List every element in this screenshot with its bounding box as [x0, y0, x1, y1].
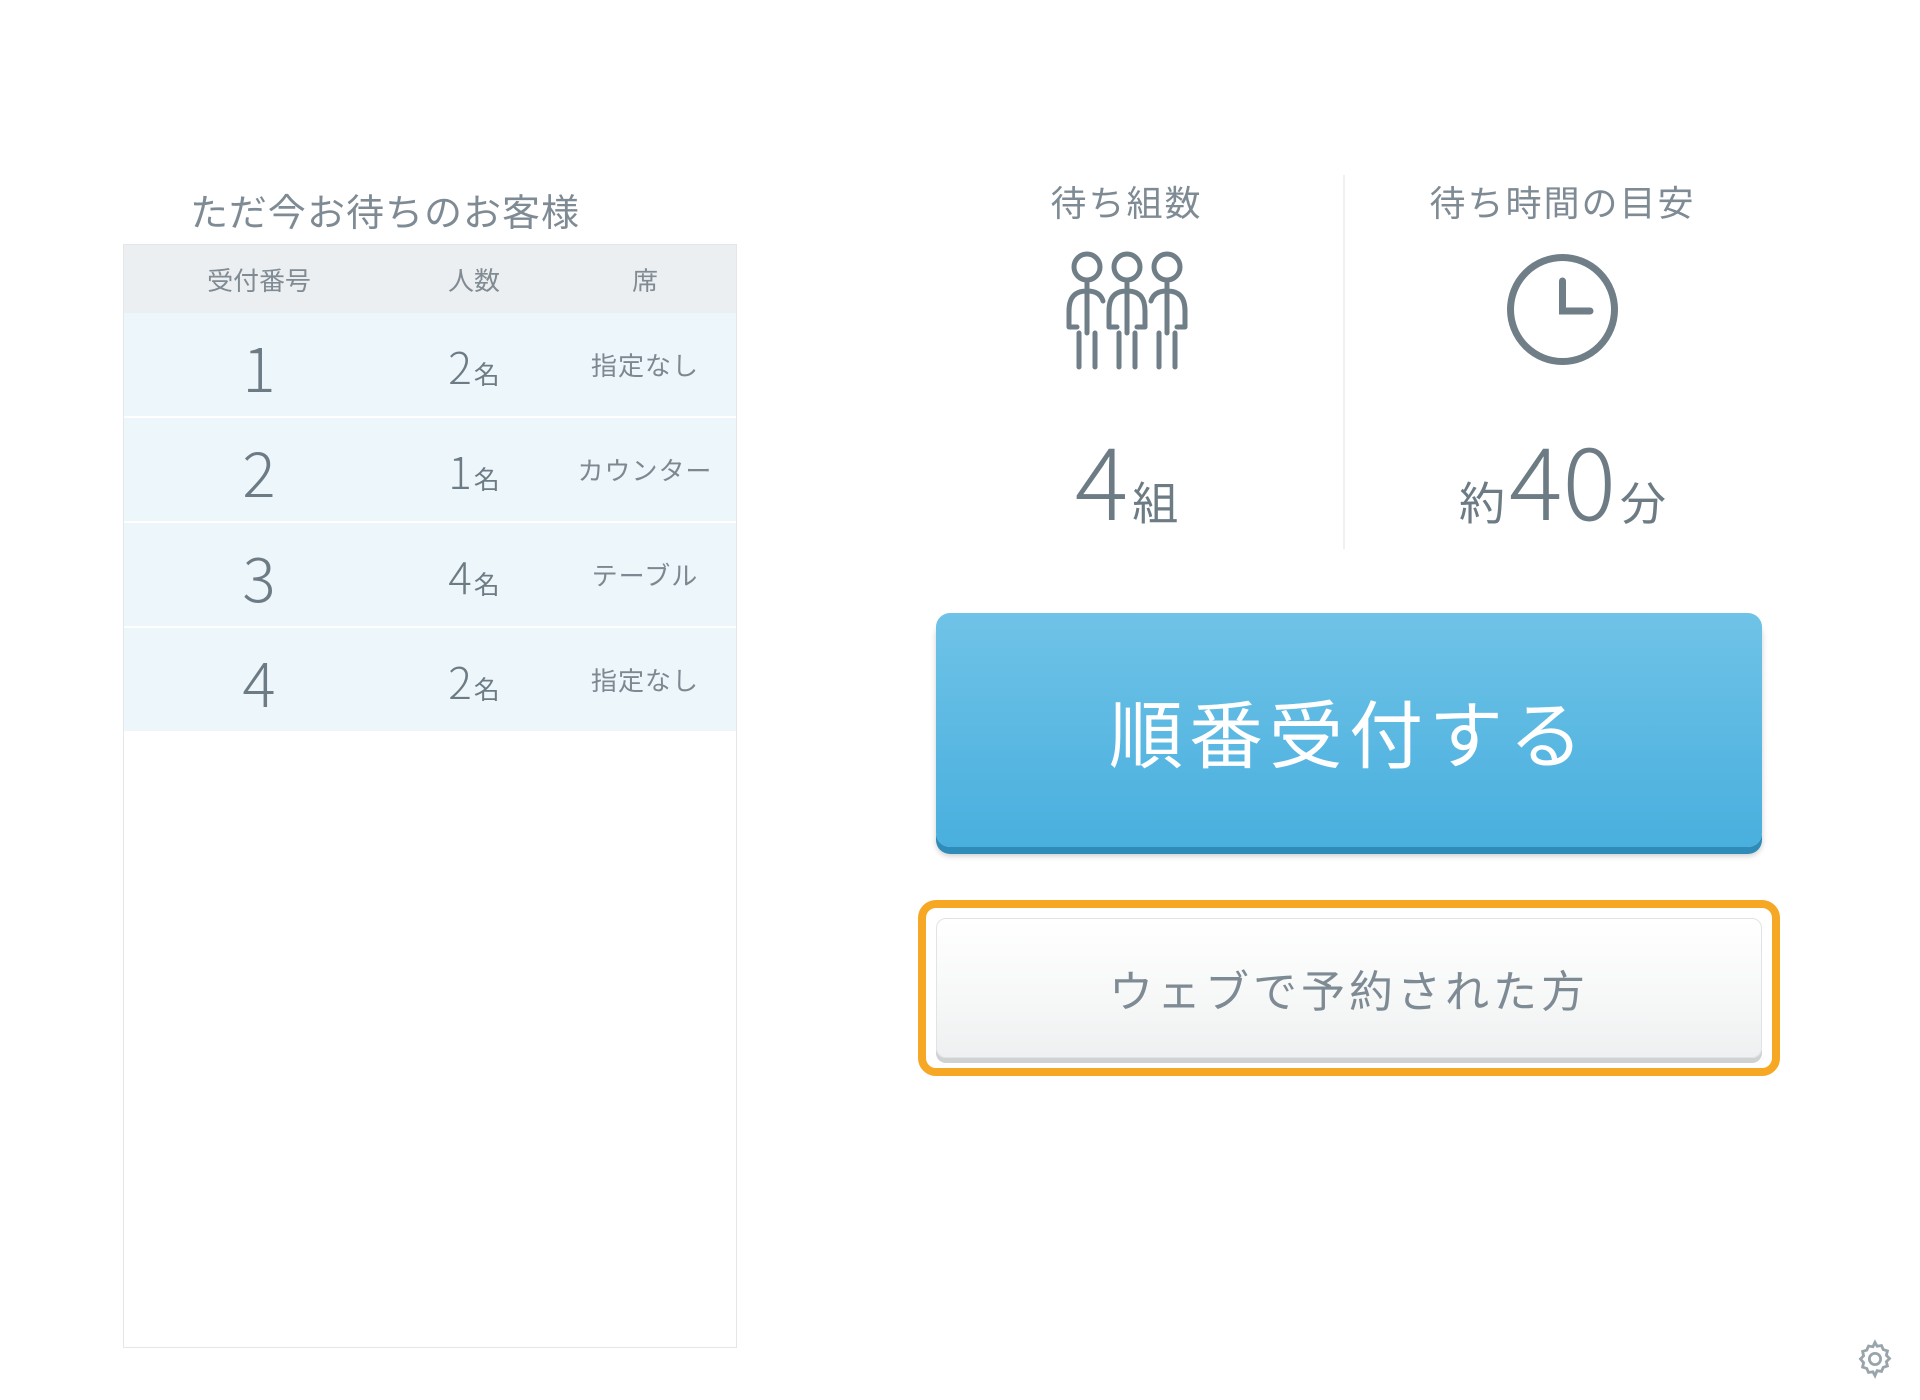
row-count: 1名 [394, 438, 554, 502]
stat-wait-label: 待ち時間の目安 [1429, 175, 1695, 227]
row-number: 3 [124, 530, 394, 620]
stat-wait-time: 待ち時間の目安 約 40 分 [1345, 175, 1780, 549]
stat-groups-unit: 組 [1132, 468, 1178, 534]
stat-groups-label: 待ち組数 [1050, 175, 1202, 227]
take-ticket-button[interactable]: 順番受付する [936, 613, 1762, 847]
people-icon [1047, 247, 1207, 372]
row-count: 4名 [394, 543, 554, 607]
stat-wait-unit: 分 [1620, 468, 1666, 534]
row-seat: 指定なし [554, 661, 736, 698]
row-seat: カウンター [554, 451, 736, 488]
row-number: 4 [124, 635, 394, 725]
waitlist-row: 42名指定なし [124, 628, 736, 733]
header-count: 人数 [394, 261, 554, 298]
web-reservation-frame: ウェブで予約された方 [918, 900, 1780, 1076]
stat-wait-prefix: 約 [1459, 468, 1505, 534]
stat-groups: 待ち組数 4 [910, 175, 1345, 549]
row-number: 1 [124, 320, 394, 410]
waitlist-table: 受付番号 人数 席 12名指定なし21名カウンター34名テーブル42名指定なし [123, 244, 737, 1348]
waitlist-row: 12名指定なし [124, 313, 736, 418]
waitlist-title: ただ今お待ちのお客様 [190, 182, 580, 237]
stat-wait-value: 約 40 分 [1459, 404, 1666, 549]
stat-groups-value: 4 組 [1075, 404, 1179, 549]
stat-wait-number: 40 [1509, 404, 1616, 549]
header-number: 受付番号 [124, 261, 394, 298]
stat-groups-number: 4 [1075, 404, 1129, 549]
row-count: 2名 [394, 333, 554, 397]
waitlist-row: 21名カウンター [124, 418, 736, 523]
row-count: 2名 [394, 648, 554, 712]
settings-icon[interactable] [1854, 1338, 1896, 1380]
row-seat: テーブル [554, 556, 736, 593]
header-seat: 席 [554, 261, 736, 298]
stats-panel: 待ち組数 4 [910, 175, 1780, 535]
row-number: 2 [124, 425, 394, 515]
waitlist-row: 34名テーブル [124, 523, 736, 628]
clock-icon [1500, 247, 1625, 372]
web-reservation-button[interactable]: ウェブで予約された方 [936, 918, 1762, 1058]
row-seat: 指定なし [554, 346, 736, 383]
waitlist-header: 受付番号 人数 席 [124, 245, 736, 313]
